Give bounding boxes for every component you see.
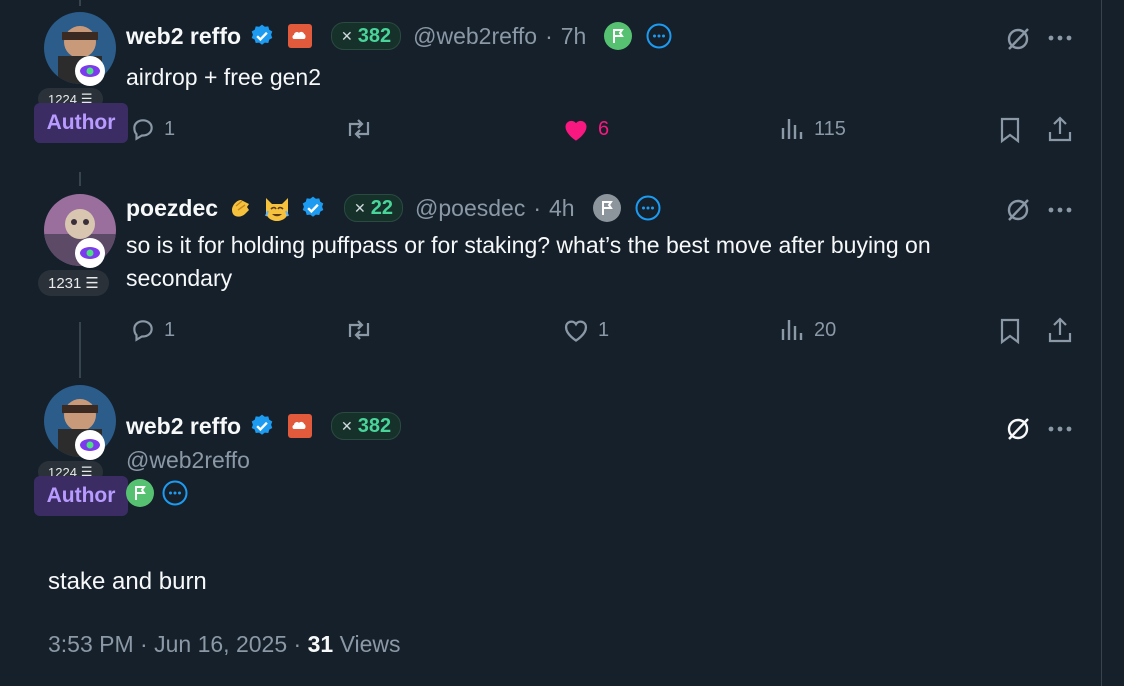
views-icon [781,320,803,340]
eye-badge [75,238,105,268]
timestamp[interactable]: 7h [561,23,587,50]
tweet-text-line: secondary [126,265,233,291]
thread-line [79,0,81,6]
score-value: 22 [370,196,394,219]
grok-icon[interactable] [1004,415,1032,443]
like-icon [564,320,588,342]
x-score-badge[interactable]: ✕ 382 [331,22,402,50]
retweet-button[interactable] [344,317,374,343]
more-icon[interactable] [1046,30,1074,46]
flag-icon[interactable] [126,479,154,507]
share-icon[interactable] [1046,315,1074,345]
handle[interactable]: @web2reffo [126,447,250,474]
reply-count: 1 [164,318,176,341]
reply-button[interactable]: 1 [130,116,175,142]
dot-separator: · [545,22,553,49]
tweet-text: so is it for holding puffpass or for sta… [126,229,931,295]
eye-icon [80,247,100,259]
eye-badge [75,56,105,86]
like-button[interactable]: 1 [562,317,609,343]
views-count: 20 [814,318,837,341]
handle[interactable]: @poesdec [415,195,525,222]
views-button[interactable]: 115 [780,116,846,142]
views-count: 115 [814,117,846,140]
dot-separator: · [533,194,541,221]
clap-emoji-icon [226,194,254,222]
retweet-icon [348,320,370,340]
share-icon[interactable] [1046,114,1074,144]
thread-line [79,172,81,186]
grok-icon[interactable] [1004,25,1032,53]
display-name[interactable]: web2 reffo [126,413,241,440]
timestamp[interactable]: 4h [549,195,575,222]
like-count: 1 [598,318,610,341]
rank-pill: 1231 ☰ [38,270,109,296]
views-count: 31 [307,631,334,657]
right-divider [1101,0,1102,686]
reply-icon [133,119,153,141]
dot-separator: · [293,631,302,657]
x-score-icon: ✕ [341,417,353,434]
rank-list-icon: ☰ [85,275,99,292]
retweet-button[interactable] [344,116,374,142]
like-icon [565,120,587,141]
reply-icon [133,320,153,342]
eye-icon [80,439,100,451]
more-circle-icon[interactable] [646,23,672,49]
retweet-icon [348,119,370,139]
verified-icon [300,195,326,221]
author-badge: Author [34,476,128,516]
like-button[interactable]: 6 [562,116,609,142]
tweet-text: airdrop + free gen2 [126,64,321,90]
x-score-icon: ✕ [341,27,353,44]
author-badge: Author [34,103,128,143]
grok-icon[interactable] [1004,196,1032,224]
x-score-icon: ✕ [354,199,366,216]
eye-badge [75,430,105,460]
cat-emoji-icon [262,194,292,222]
dot-separator: · [140,631,148,657]
more-icon[interactable] [1046,421,1074,437]
score-value: 382 [357,24,392,47]
cloud-badge-icon [287,413,313,439]
display-name[interactable]: web2 reffo [126,23,241,50]
handle[interactable]: @web2reffo [413,23,537,50]
views-label: Views [339,631,401,657]
views-icon [781,119,803,139]
flag-icon[interactable] [604,22,633,50]
tweet-text: stake and burn [48,568,207,595]
verified-icon [249,413,275,439]
like-count: 6 [598,117,610,140]
views-button[interactable]: 20 [780,317,836,343]
eye-icon [80,65,100,77]
more-circle-icon[interactable] [162,480,188,506]
bookmark-icon[interactable] [998,317,1022,345]
score-value: 382 [357,414,392,437]
post-time[interactable]: 3:53 PM [48,631,134,657]
reply-count: 1 [164,117,176,140]
flag-icon[interactable] [592,194,621,222]
cloud-badge-icon [287,23,313,49]
x-score-badge[interactable]: ✕ 382 [331,412,402,440]
reply-button[interactable]: 1 [130,317,175,343]
rank-value: 1231 [48,274,82,292]
tweet-meta: 3:53 PM · Jun 16, 2025 · 31 Views [48,631,401,658]
more-icon[interactable] [1046,202,1074,218]
more-circle-icon[interactable] [635,195,661,221]
bookmark-icon[interactable] [998,116,1022,144]
display-name[interactable]: poezdec [126,195,218,222]
thread-line [79,322,81,378]
post-date[interactable]: Jun 16, 2025 [154,631,287,657]
verified-icon [249,23,275,49]
x-score-badge[interactable]: ✕ 22 [344,194,404,222]
tweet-text-line: so is it for holding puffpass or for sta… [126,232,931,258]
